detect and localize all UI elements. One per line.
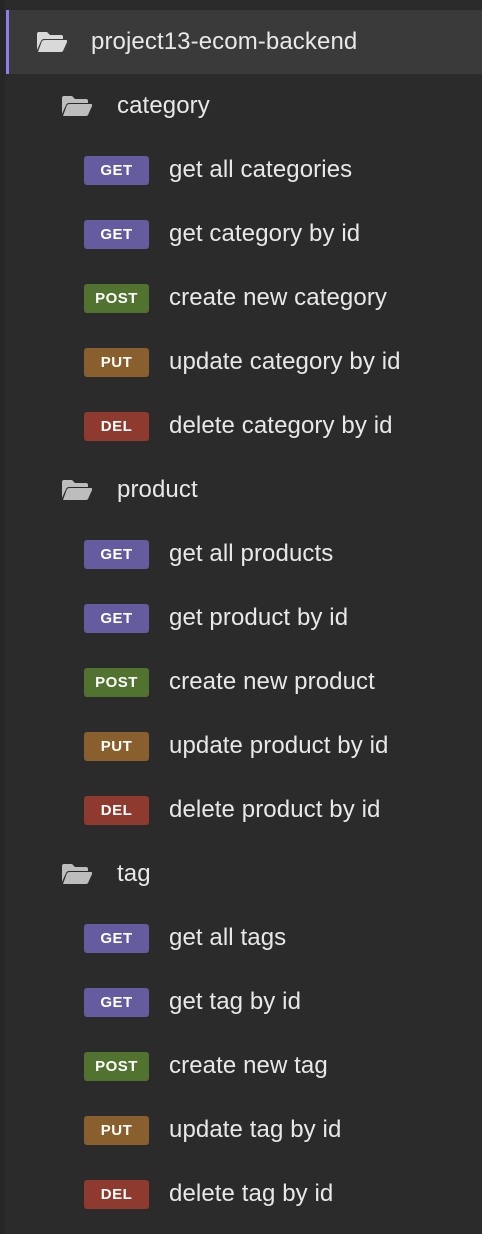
folder-product[interactable]: product xyxy=(6,458,482,522)
request-item[interactable]: PUT update product by id xyxy=(6,714,482,778)
request-item[interactable]: PUT update category by id xyxy=(6,330,482,394)
method-badge: GET xyxy=(84,155,149,185)
method-badge: GET xyxy=(84,987,149,1017)
collection-name: project13-ecom-backend xyxy=(91,28,358,55)
request-item[interactable]: POST create new tag xyxy=(6,1034,482,1098)
sidebar-edge xyxy=(0,0,5,1234)
method-badge: DEL xyxy=(84,1179,149,1209)
request-name: create new tag xyxy=(169,1052,328,1079)
request-item[interactable]: GET get product by id xyxy=(6,586,482,650)
folder-open-icon xyxy=(62,480,93,500)
request-item[interactable]: DEL delete category by id xyxy=(6,394,482,458)
method-badge: GET xyxy=(84,539,149,569)
method-badge: GET xyxy=(84,923,149,953)
request-name: update tag by id xyxy=(169,1116,342,1143)
request-name: update product by id xyxy=(169,732,389,759)
method-badge: POST xyxy=(84,1051,149,1081)
request-item[interactable]: GET get category by id xyxy=(6,202,482,266)
request-item[interactable]: POST create new product xyxy=(6,650,482,714)
method-badge: GET xyxy=(84,603,149,633)
method-badge: PUT xyxy=(84,1115,149,1145)
request-item[interactable]: GET get tag by id xyxy=(6,970,482,1034)
folder-open-icon xyxy=(62,864,93,884)
folder-name: category xyxy=(117,92,210,119)
method-badge: GET xyxy=(84,219,149,249)
folder-category[interactable]: category xyxy=(6,74,482,138)
folder-open-icon xyxy=(37,32,68,52)
request-name: delete category by id xyxy=(169,412,393,439)
method-badge: DEL xyxy=(84,411,149,441)
request-name: delete tag by id xyxy=(169,1180,334,1207)
request-name: create new category xyxy=(169,284,388,311)
request-name: get all tags xyxy=(169,924,287,951)
method-badge: PUT xyxy=(84,731,149,761)
method-badge: POST xyxy=(84,667,149,697)
request-name: get all products xyxy=(169,540,334,567)
request-name: get all categories xyxy=(169,156,353,183)
request-item[interactable]: GET get all tags xyxy=(6,906,482,970)
request-name: get product by id xyxy=(169,604,349,631)
request-item[interactable]: PUT update tag by id xyxy=(6,1098,482,1162)
request-name: delete product by id xyxy=(169,796,381,823)
collection-row[interactable]: project13-ecom-backend xyxy=(6,10,482,74)
request-name: get tag by id xyxy=(169,988,302,1015)
folder-open-icon xyxy=(62,96,93,116)
request-item[interactable]: GET get all products xyxy=(6,522,482,586)
request-name: get category by id xyxy=(169,220,361,247)
folder-name: tag xyxy=(117,860,151,887)
collection-tree: project13-ecom-backend category GET get … xyxy=(6,10,482,1226)
request-item[interactable]: DEL delete product by id xyxy=(6,778,482,842)
folder-tag[interactable]: tag xyxy=(6,842,482,906)
method-badge: DEL xyxy=(84,795,149,825)
request-item[interactable]: POST create new category xyxy=(6,266,482,330)
folder-name: product xyxy=(117,476,198,503)
request-item[interactable]: DEL delete tag by id xyxy=(6,1162,482,1226)
request-name: update category by id xyxy=(169,348,401,375)
request-name: create new product xyxy=(169,668,375,695)
method-badge: PUT xyxy=(84,347,149,377)
request-item[interactable]: GET get all categories xyxy=(6,138,482,202)
method-badge: POST xyxy=(84,283,149,313)
